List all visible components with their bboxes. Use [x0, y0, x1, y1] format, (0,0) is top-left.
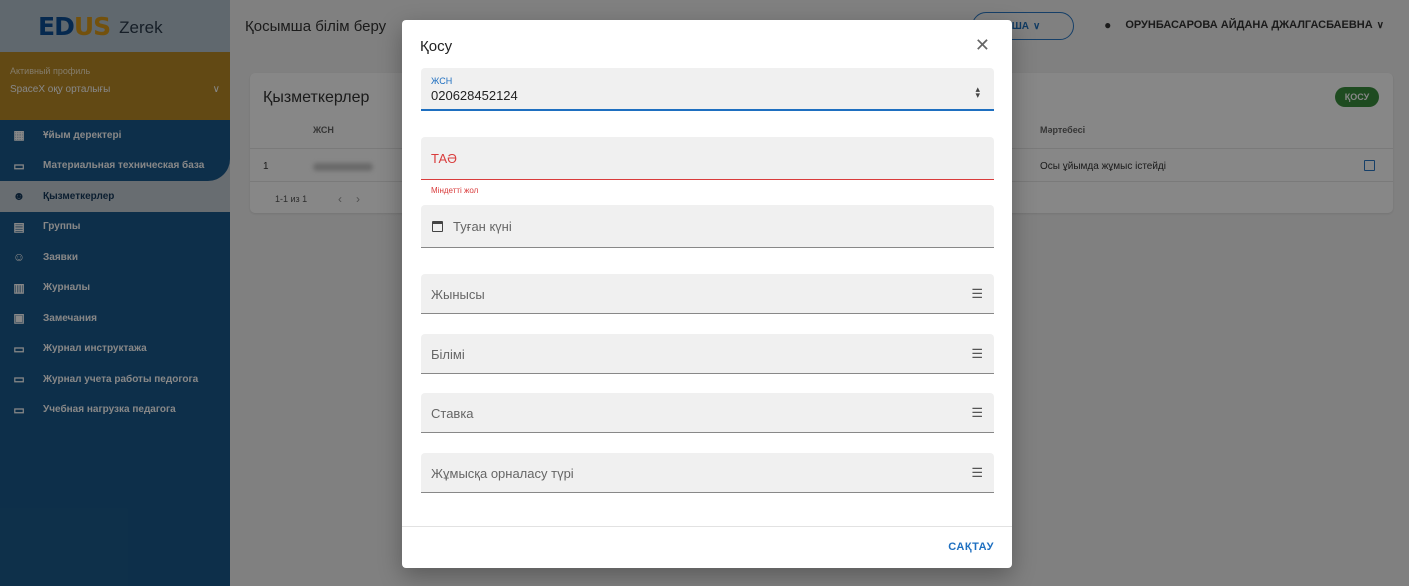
gender-select[interactable]: Жынысы ☰: [421, 274, 994, 314]
spinner-icon[interactable]: ▴ ▾: [975, 85, 980, 100]
iin-label: ЖСН: [431, 76, 453, 86]
list-icon: ☰: [971, 346, 983, 361]
iin-field[interactable]: ЖСН 020628452124 ▴ ▾: [421, 68, 994, 111]
full-name-field[interactable]: ТАӘ: [421, 137, 994, 180]
birth-date-field[interactable]: Туған күні: [421, 205, 994, 248]
divider: [402, 526, 1012, 527]
employment-type-select[interactable]: Жұмысқа орналасу түрі ☰: [421, 453, 994, 493]
required-error: Міндетті жол: [431, 186, 479, 195]
employment-type-label: Жұмысқа орналасу түрі: [431, 466, 574, 481]
dialog-title: Қосу: [420, 38, 453, 55]
gender-label: Жынысы: [431, 287, 485, 302]
education-select[interactable]: Білімі ☰: [421, 334, 994, 374]
calendar-icon: [432, 221, 443, 232]
list-icon: ☰: [971, 465, 983, 480]
education-label: Білімі: [431, 347, 465, 362]
full-name-label: ТАӘ: [431, 151, 457, 166]
add-dialog: Қосу ✕ ЖСН 020628452124 ▴ ▾ ТАӘ Міндетті …: [402, 20, 1012, 568]
list-icon: ☰: [971, 405, 983, 420]
list-icon: ☰: [971, 286, 983, 301]
close-icon[interactable]: ✕: [975, 35, 990, 56]
rate-label: Ставка: [431, 406, 474, 421]
rate-select[interactable]: Ставка ☰: [421, 393, 994, 433]
save-button[interactable]: САҚТАУ: [948, 541, 994, 553]
birth-date-label: Туған күні: [453, 219, 512, 234]
iin-value[interactable]: 020628452124: [431, 88, 518, 103]
